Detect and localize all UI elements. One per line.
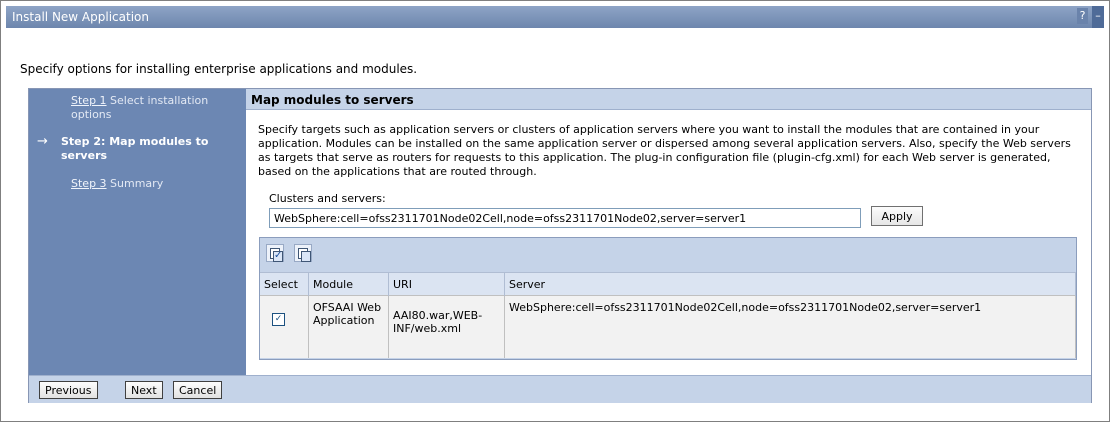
step-1-link[interactable]: Step 1: [71, 94, 107, 107]
step-2-label: Step 2: Map modules to servers: [61, 135, 209, 162]
page-intro: Specify options for installing enterpris…: [20, 62, 418, 76]
help-icon[interactable]: ?: [1077, 8, 1088, 24]
clusters-label: Clusters and servers:: [269, 192, 386, 205]
modules-table: Select Module URI Server ✓ OFSAAI Web Ap…: [260, 272, 1076, 358]
content-title: Map modules to servers: [246, 89, 1091, 110]
step-3: Step 3 Summary: [71, 177, 163, 191]
column-server: Server: [504, 272, 1076, 296]
window-title: Install New Application: [12, 10, 149, 24]
clusters-select[interactable]: WebSphere:cell=ofss2311701Node02Cell,nod…: [269, 208, 861, 228]
column-module: Module: [308, 272, 389, 296]
cancel-button[interactable]: Cancel: [173, 381, 223, 399]
module-cell: OFSAAI Web Application: [308, 295, 389, 358]
next-button[interactable]: Next: [125, 381, 163, 399]
step-1: Step 1 Select installation options: [71, 94, 231, 122]
select-all-icon[interactable]: ✓: [266, 244, 284, 262]
step-content: Map modules to servers Specify targets s…: [246, 89, 1091, 375]
step-3-label: Summary: [110, 177, 164, 190]
step-3-link[interactable]: Step 3: [71, 177, 107, 190]
row-select-checkbox[interactable]: ✓: [272, 313, 285, 326]
current-step-arrow-icon: →: [37, 134, 48, 149]
uri-cell: AAI80.war,WEB-INF/web.xml: [388, 295, 505, 358]
step-2-current: → Step 2: Map modules to servers: [37, 135, 221, 163]
wizard-steps: Step 1 Select installation options → Ste…: [29, 89, 246, 375]
select-cell: ✓: [260, 295, 309, 358]
wizard-footer: Previous Next Cancel: [29, 375, 1091, 403]
column-uri: URI: [388, 272, 505, 296]
minimize-icon[interactable]: –: [1092, 6, 1104, 28]
apply-button[interactable]: Apply: [871, 206, 923, 226]
server-cell: WebSphere:cell=ofss2311701Node02Cell,nod…: [504, 295, 1076, 358]
deselect-all-icon[interactable]: [294, 244, 312, 262]
column-select: Select: [260, 272, 309, 296]
table-header-row: Select Module URI Server: [260, 272, 1076, 296]
table-row: ✓ OFSAAI Web Application AAI80.war,WEB-I…: [260, 295, 1076, 358]
previous-button[interactable]: Previous: [39, 381, 98, 399]
modules-table-panel: ✓ Select Module URI Server ✓ OFSAAI Web …: [259, 237, 1077, 360]
install-wizard: Step 1 Select installation options → Ste…: [28, 88, 1092, 403]
window-titlebar: Install New Application ? –: [6, 6, 1104, 28]
content-description: Specify targets such as application serv…: [258, 123, 1071, 178]
